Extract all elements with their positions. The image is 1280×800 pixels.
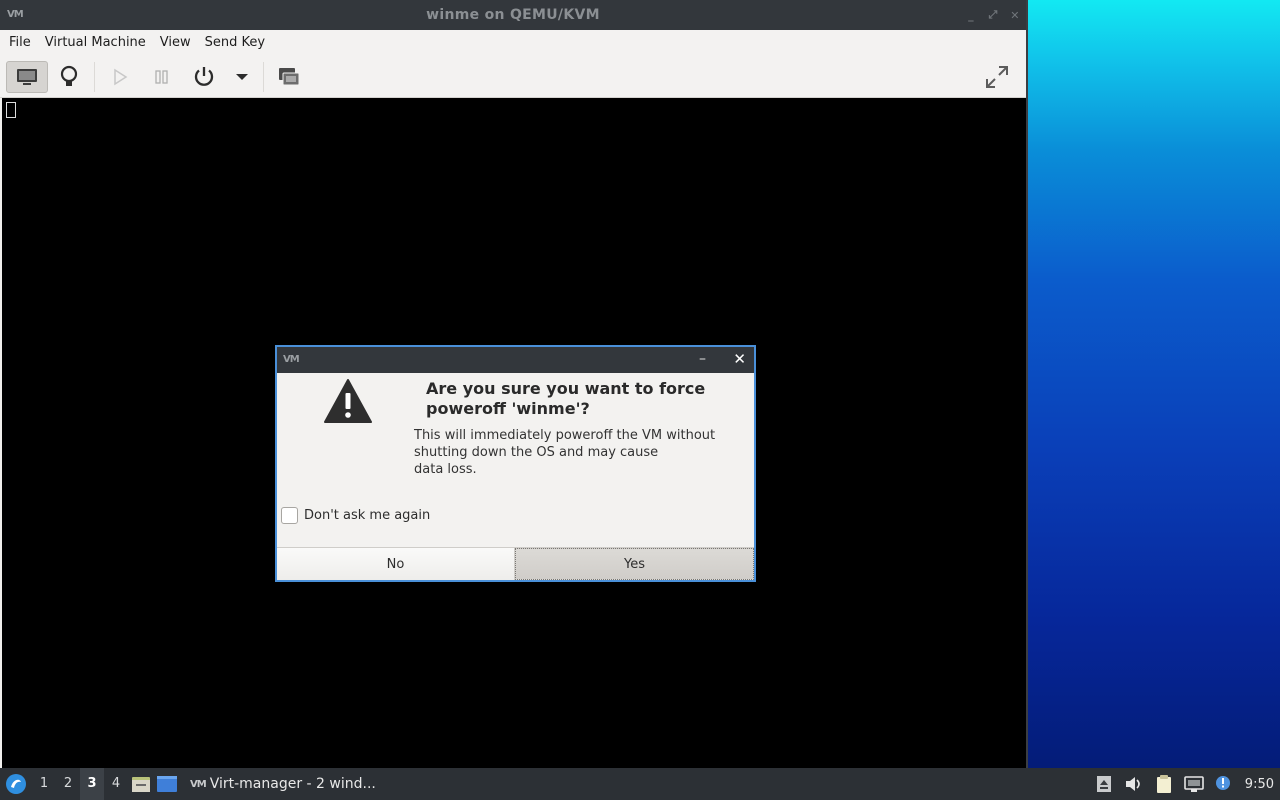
clipboard-button[interactable] <box>1151 768 1177 800</box>
power-icon <box>194 66 214 86</box>
eject-tray-button[interactable] <box>1091 768 1117 800</box>
dont-ask-again-label[interactable]: Don't ask me again <box>304 508 430 523</box>
distro-logo-icon <box>6 774 26 794</box>
close-icon[interactable]: ✕ <box>1006 7 1024 23</box>
start-menu-button[interactable] <box>0 768 32 800</box>
app-logo-icon: VM <box>190 778 207 790</box>
fullscreen-button[interactable] <box>976 61 1018 93</box>
workspace-3[interactable]: 3 <box>80 768 104 800</box>
power-button[interactable] <box>183 61 225 93</box>
taskbar-task-virt-manager[interactable]: VM Virt-manager - 2 wind... <box>190 776 376 792</box>
file-manager-launcher[interactable] <box>128 768 154 800</box>
pause-button[interactable] <box>141 61 183 93</box>
dialog-message-line: shutting down the OS and may cause <box>414 445 659 460</box>
toolbar-separator <box>263 61 264 92</box>
monitor-icon <box>17 68 37 85</box>
taskbar: 1 2 3 4 VM Virt-manager - 2 wind... 9:50 <box>0 768 1280 800</box>
pause-icon <box>155 69 168 84</box>
dialog-message: This will immediately poweroff the VM wi… <box>414 427 734 478</box>
snapshots-icon <box>279 67 300 85</box>
no-button[interactable]: No <box>277 548 515 580</box>
window-title: winme on QEMU/KVM <box>426 7 600 23</box>
caret-down-icon <box>236 73 248 80</box>
dialog-heading: Are you sure you want to force poweroff … <box>426 379 706 418</box>
menu-view[interactable]: View <box>153 30 198 56</box>
clipboard-icon <box>1156 775 1171 793</box>
network-icon <box>1183 776 1204 792</box>
file-manager-icon <box>132 777 150 792</box>
warning-icon <box>324 379 372 423</box>
menu-send-key[interactable]: Send Key <box>198 30 272 56</box>
text-cursor <box>6 102 16 118</box>
app-logo-icon: VM <box>7 9 24 20</box>
menubar: File Virtual Machine View Send Key <box>0 30 1026 56</box>
dont-ask-again-option[interactable]: Don't ask me again <box>281 507 430 524</box>
dialog-titlebar[interactable]: VM – ✕ <box>275 345 756 373</box>
toolbar <box>0 56 1026 98</box>
system-tray: 9:50 <box>1091 768 1280 800</box>
volume-button[interactable] <box>1121 768 1147 800</box>
window-controls: _ ⤢ ✕ <box>962 7 1024 23</box>
workspace-2[interactable]: 2 <box>56 768 80 800</box>
dialog-button-row: No Yes <box>277 547 754 580</box>
console-view-button[interactable] <box>6 60 48 93</box>
task-label: Virt-manager - 2 wind... <box>209 776 376 792</box>
speaker-icon <box>1125 777 1140 791</box>
yes-button[interactable]: Yes <box>515 548 754 580</box>
show-desktop-button[interactable] <box>154 768 180 800</box>
lightbulb-icon <box>60 65 78 86</box>
run-button[interactable] <box>99 61 141 93</box>
maximize-icon[interactable]: ⤢ <box>984 7 1002 23</box>
minimize-icon[interactable]: _ <box>962 7 980 23</box>
play-icon <box>114 68 128 85</box>
minimize-icon[interactable]: – <box>699 351 706 367</box>
force-poweroff-dialog: VM – ✕ Are you sure you want to force po… <box>275 345 756 582</box>
menu-virtual-machine[interactable]: Virtual Machine <box>38 30 153 56</box>
desktop-icon <box>157 776 177 792</box>
workspace-4[interactable]: 4 <box>104 768 128 800</box>
dialog-message-line: This will immediately poweroff the VM wi… <box>414 428 716 443</box>
fullscreen-icon <box>986 66 1008 88</box>
update-notification-icon <box>1215 776 1230 790</box>
toolbar-separator <box>94 61 95 92</box>
dialog-message-line: data loss. <box>414 462 477 477</box>
close-icon[interactable]: ✕ <box>733 350 746 368</box>
notification-button[interactable] <box>1211 768 1237 800</box>
window-titlebar[interactable]: VM winme on QEMU/KVM _ ⤢ ✕ <box>0 0 1026 30</box>
workspace-1[interactable]: 1 <box>32 768 56 800</box>
clock[interactable]: 9:50 <box>1245 777 1274 792</box>
dont-ask-again-checkbox[interactable] <box>281 507 298 524</box>
eject-icon <box>1096 776 1111 792</box>
menu-file[interactable]: File <box>2 30 38 56</box>
snapshots-button[interactable] <box>268 61 310 93</box>
app-logo-icon: VM <box>283 354 300 365</box>
details-view-button[interactable] <box>48 61 90 93</box>
network-button[interactable] <box>1181 768 1207 800</box>
power-menu-button[interactable] <box>225 61 259 93</box>
